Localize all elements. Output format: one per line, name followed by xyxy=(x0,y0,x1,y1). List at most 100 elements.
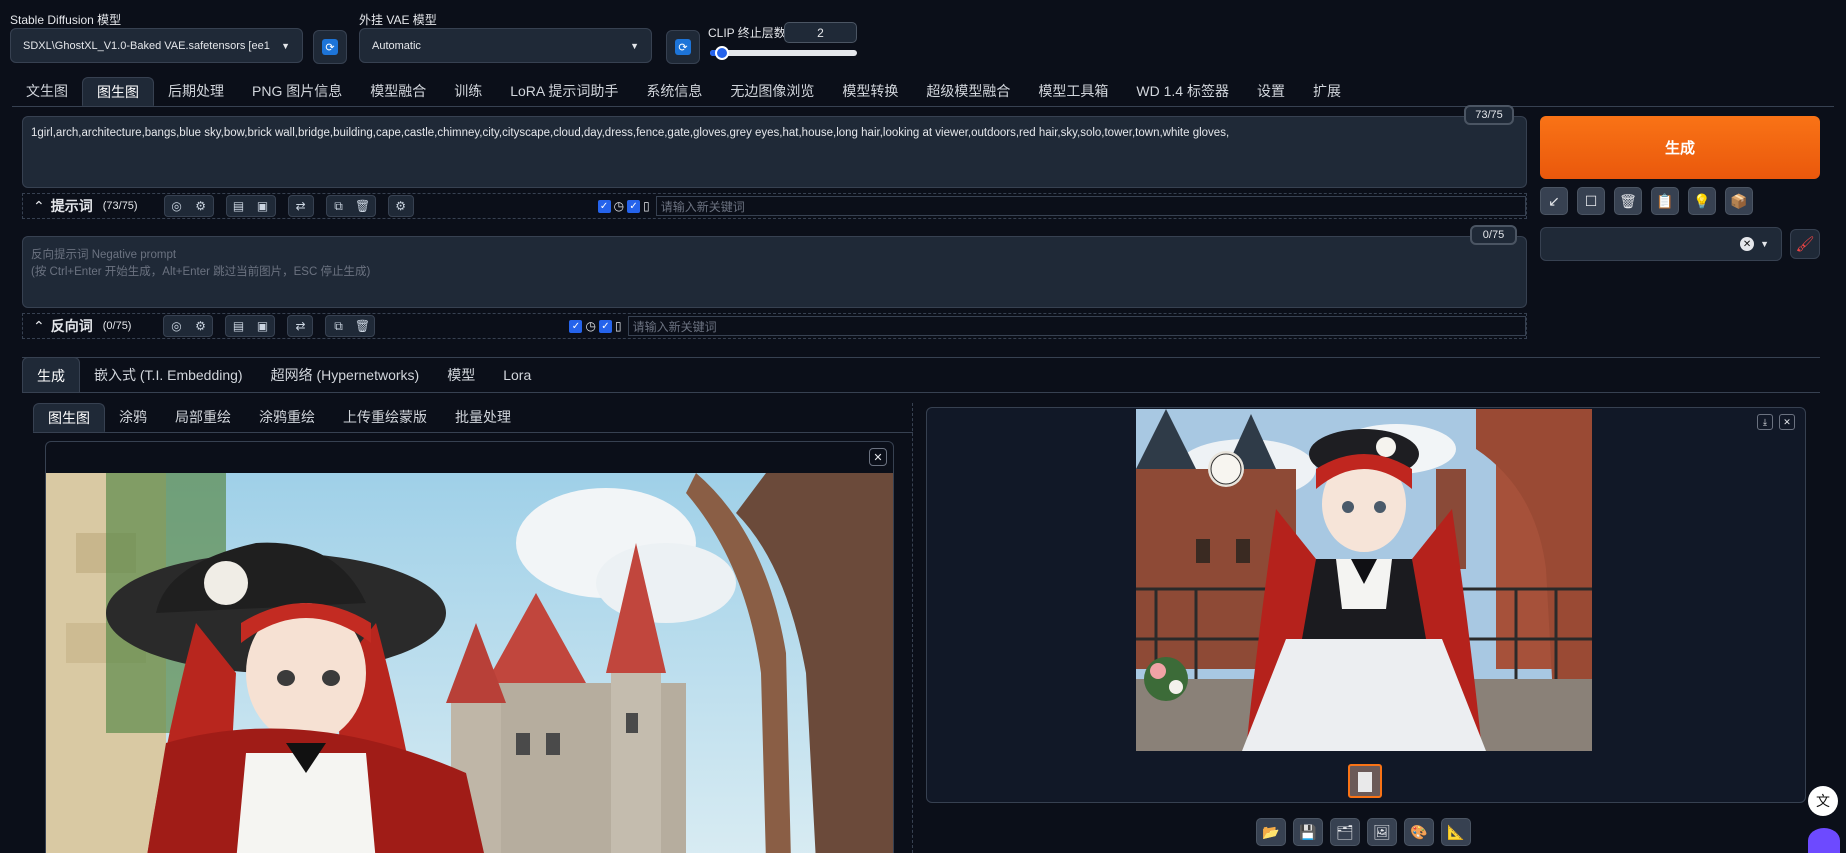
folder-icon[interactable]: 📂 xyxy=(1256,818,1286,846)
column-divider xyxy=(912,403,913,853)
zip-icon[interactable]: 🗂 xyxy=(1330,818,1360,846)
trash-icon[interactable]: 🗑 xyxy=(1614,187,1642,215)
tab-embedding[interactable]: 嵌入式 (T.I. Embedding) xyxy=(80,357,257,393)
tab-model-convert[interactable]: 模型转换 xyxy=(828,77,912,106)
tab-lora-helper[interactable]: LoRA 提示词助手 xyxy=(496,77,632,106)
sub-tabs: 生成 嵌入式 (T.I. Embedding) 超网络 (Hypernetwor… xyxy=(22,357,545,393)
history-icon[interactable]: ▤ xyxy=(227,196,251,216)
swap-icon[interactable]: ⇄ xyxy=(289,196,313,216)
translate-group: ◎ ⚙ xyxy=(163,315,214,337)
clip-slider-thumb[interactable] xyxy=(715,46,730,60)
tab-system-info[interactable]: 系统信息 xyxy=(632,77,716,106)
negative-count: (0/75) xyxy=(102,320,132,332)
ruler-icon[interactable]: 📐 xyxy=(1441,818,1471,846)
timer-icon[interactable]: ◷ xyxy=(585,319,595,333)
settings-icon[interactable]: ⚙ xyxy=(389,196,413,216)
tab-model-toolkit[interactable]: 模型工具箱 xyxy=(1024,77,1122,106)
tab-img2img[interactable]: 图生图 xyxy=(82,77,154,106)
bookmark-icon[interactable]: ▣ xyxy=(251,196,275,216)
input-image-frame[interactable]: ✕ xyxy=(45,441,894,853)
negative-token-counter: 0/75 xyxy=(1470,225,1517,245)
generate-button[interactable]: 生成 xyxy=(1540,116,1820,179)
tab-settings[interactable]: 设置 xyxy=(1243,77,1299,106)
tab-txt2img[interactable]: 文生图 xyxy=(12,77,82,106)
close-icon[interactable]: ✕ xyxy=(1779,414,1795,430)
copy-icon[interactable]: ⧉ xyxy=(326,316,350,336)
trash-icon[interactable]: 🗑 xyxy=(350,316,374,336)
sd-model-dropdown[interactable]: SDXL\GhostXL_V1.0-Baked VAE.safetensors … xyxy=(10,28,303,63)
tab-infinite-browser[interactable]: 无边图像浏览 xyxy=(716,77,828,106)
globe-icon[interactable]: ◎ xyxy=(165,196,189,216)
tab-model-merge[interactable]: 模型融合 xyxy=(356,77,440,106)
apply-style-button[interactable]: 🖌 xyxy=(1790,229,1820,259)
square-icon[interactable]: ☐ xyxy=(1577,187,1605,215)
tab-extensions[interactable]: 扩展 xyxy=(1299,77,1355,106)
image-icon[interactable]: 🖼 xyxy=(1367,818,1397,846)
tab-hypernetworks[interactable]: 超网络 (Hypernetworks) xyxy=(257,357,434,393)
main-tabs: 文生图 图生图 后期处理 PNG 图片信息 模型融合 训练 LoRA 提示词助手… xyxy=(12,77,1355,106)
tab-mode-inpaint-sketch[interactable]: 涂鸦重绘 xyxy=(245,403,329,432)
tab-wd-tagger[interactable]: WD 1.4 标签器 xyxy=(1122,77,1243,106)
image-action-buttons: 📂 💾 🗂 🖼 🎨 📐 xyxy=(1256,818,1471,846)
checkbox-icon[interactable]: ✓ xyxy=(598,319,612,333)
tab-mode-sketch[interactable]: 涂鸦 xyxy=(105,403,161,432)
tab-lora[interactable]: Lora xyxy=(489,357,545,393)
gear-icon[interactable]: ⚙ xyxy=(188,316,212,336)
refresh-icon: ⟳ xyxy=(322,39,338,55)
history-icon[interactable]: ▤ xyxy=(226,316,250,336)
download-icon[interactable]: ⤓ xyxy=(1757,414,1773,430)
sd-model-refresh-button[interactable]: ⟳ xyxy=(313,30,347,64)
tab-mode-inpaint-upload[interactable]: 上传重绘蒙版 xyxy=(329,403,441,432)
collapse-icon[interactable]: ⌃ xyxy=(33,198,45,215)
refresh-icon: ⟳ xyxy=(675,39,691,55)
arrow-icon[interactable]: ↙ xyxy=(1540,187,1568,215)
tab-mode-inpaint[interactable]: 局部重绘 xyxy=(161,403,245,432)
tab-train[interactable]: 训练 xyxy=(440,77,496,106)
box-icon[interactable]: 📦 xyxy=(1725,187,1753,215)
negative-keyword-input[interactable]: 请输入新关键词 xyxy=(627,316,1526,336)
negative-prompt-textarea[interactable]: 反向提示词 Negative prompt (按 Ctrl+Enter 开始生成… xyxy=(22,236,1527,308)
vae-refresh-button[interactable]: ⟳ xyxy=(666,30,700,64)
prompt-textarea[interactable]: 1girl,arch,architecture,bangs,blue sky,b… xyxy=(22,116,1527,188)
tab-super-merge[interactable]: 超级模型融合 xyxy=(912,77,1024,106)
panel-icon[interactable]: ▯ xyxy=(643,199,650,213)
tabs-divider xyxy=(12,106,1834,107)
palette-icon[interactable]: 🎨 xyxy=(1404,818,1434,846)
tab-checkpoints[interactable]: 模型 xyxy=(433,357,489,393)
prompt-keyword-input[interactable]: 请输入新关键词 xyxy=(655,196,1526,216)
tab-mode-img2img[interactable]: 图生图 xyxy=(33,403,105,432)
swap-icon[interactable]: ⇄ xyxy=(288,316,312,336)
checkbox-icon[interactable]: ✓ xyxy=(627,199,641,213)
sd-model-label: Stable Diffusion 模型 xyxy=(10,13,122,27)
bulb-icon[interactable]: 💡 xyxy=(1688,187,1716,215)
vae-dropdown[interactable]: Automatic ▼ xyxy=(359,28,652,63)
tab-png-info[interactable]: PNG 图片信息 xyxy=(238,77,356,106)
globe-icon[interactable]: ◎ xyxy=(164,316,188,336)
gallery-thumbnail[interactable] xyxy=(1348,764,1382,798)
checkbox-icon[interactable]: ✓ xyxy=(597,199,611,213)
gear-icon[interactable]: ⚙ xyxy=(189,196,213,216)
tab-mode-batch[interactable]: 批量处理 xyxy=(441,403,525,432)
output-image[interactable] xyxy=(1136,409,1592,751)
mode-tabs-line xyxy=(33,432,913,433)
clip-slider[interactable] xyxy=(710,46,857,60)
clipboard-icon[interactable]: 📋 xyxy=(1651,187,1679,215)
collapse-icon[interactable]: ⌃ xyxy=(33,318,45,335)
input-image xyxy=(46,473,893,853)
tab-extras[interactable]: 后期处理 xyxy=(154,77,238,106)
clear-icon[interactable]: ✕ xyxy=(1740,237,1755,251)
negative-placeholder-line2: (按 Ctrl+Enter 开始生成，Alt+Enter 跳过当前图片，ESC … xyxy=(31,266,371,278)
assistant-icon[interactable] xyxy=(1808,828,1840,853)
translate-icon[interactable]: 文 xyxy=(1808,786,1838,816)
copy-icon[interactable]: ⧉ xyxy=(327,196,351,216)
tab-generate[interactable]: 生成 xyxy=(22,357,80,393)
panel-icon[interactable]: ▯ xyxy=(615,319,622,333)
clip-value-input[interactable]: 2 xyxy=(784,22,857,43)
save-icon[interactable]: 💾 xyxy=(1293,818,1323,846)
close-icon[interactable]: ✕ xyxy=(869,448,887,466)
trash-icon[interactable]: 🗑 xyxy=(351,196,375,216)
bookmark-icon[interactable]: ▣ xyxy=(250,316,274,336)
timer-icon[interactable]: ◷ xyxy=(614,199,624,213)
style-dropdown[interactable]: ✕ ▼ xyxy=(1540,227,1782,261)
checkbox-icon[interactable]: ✓ xyxy=(569,319,583,333)
